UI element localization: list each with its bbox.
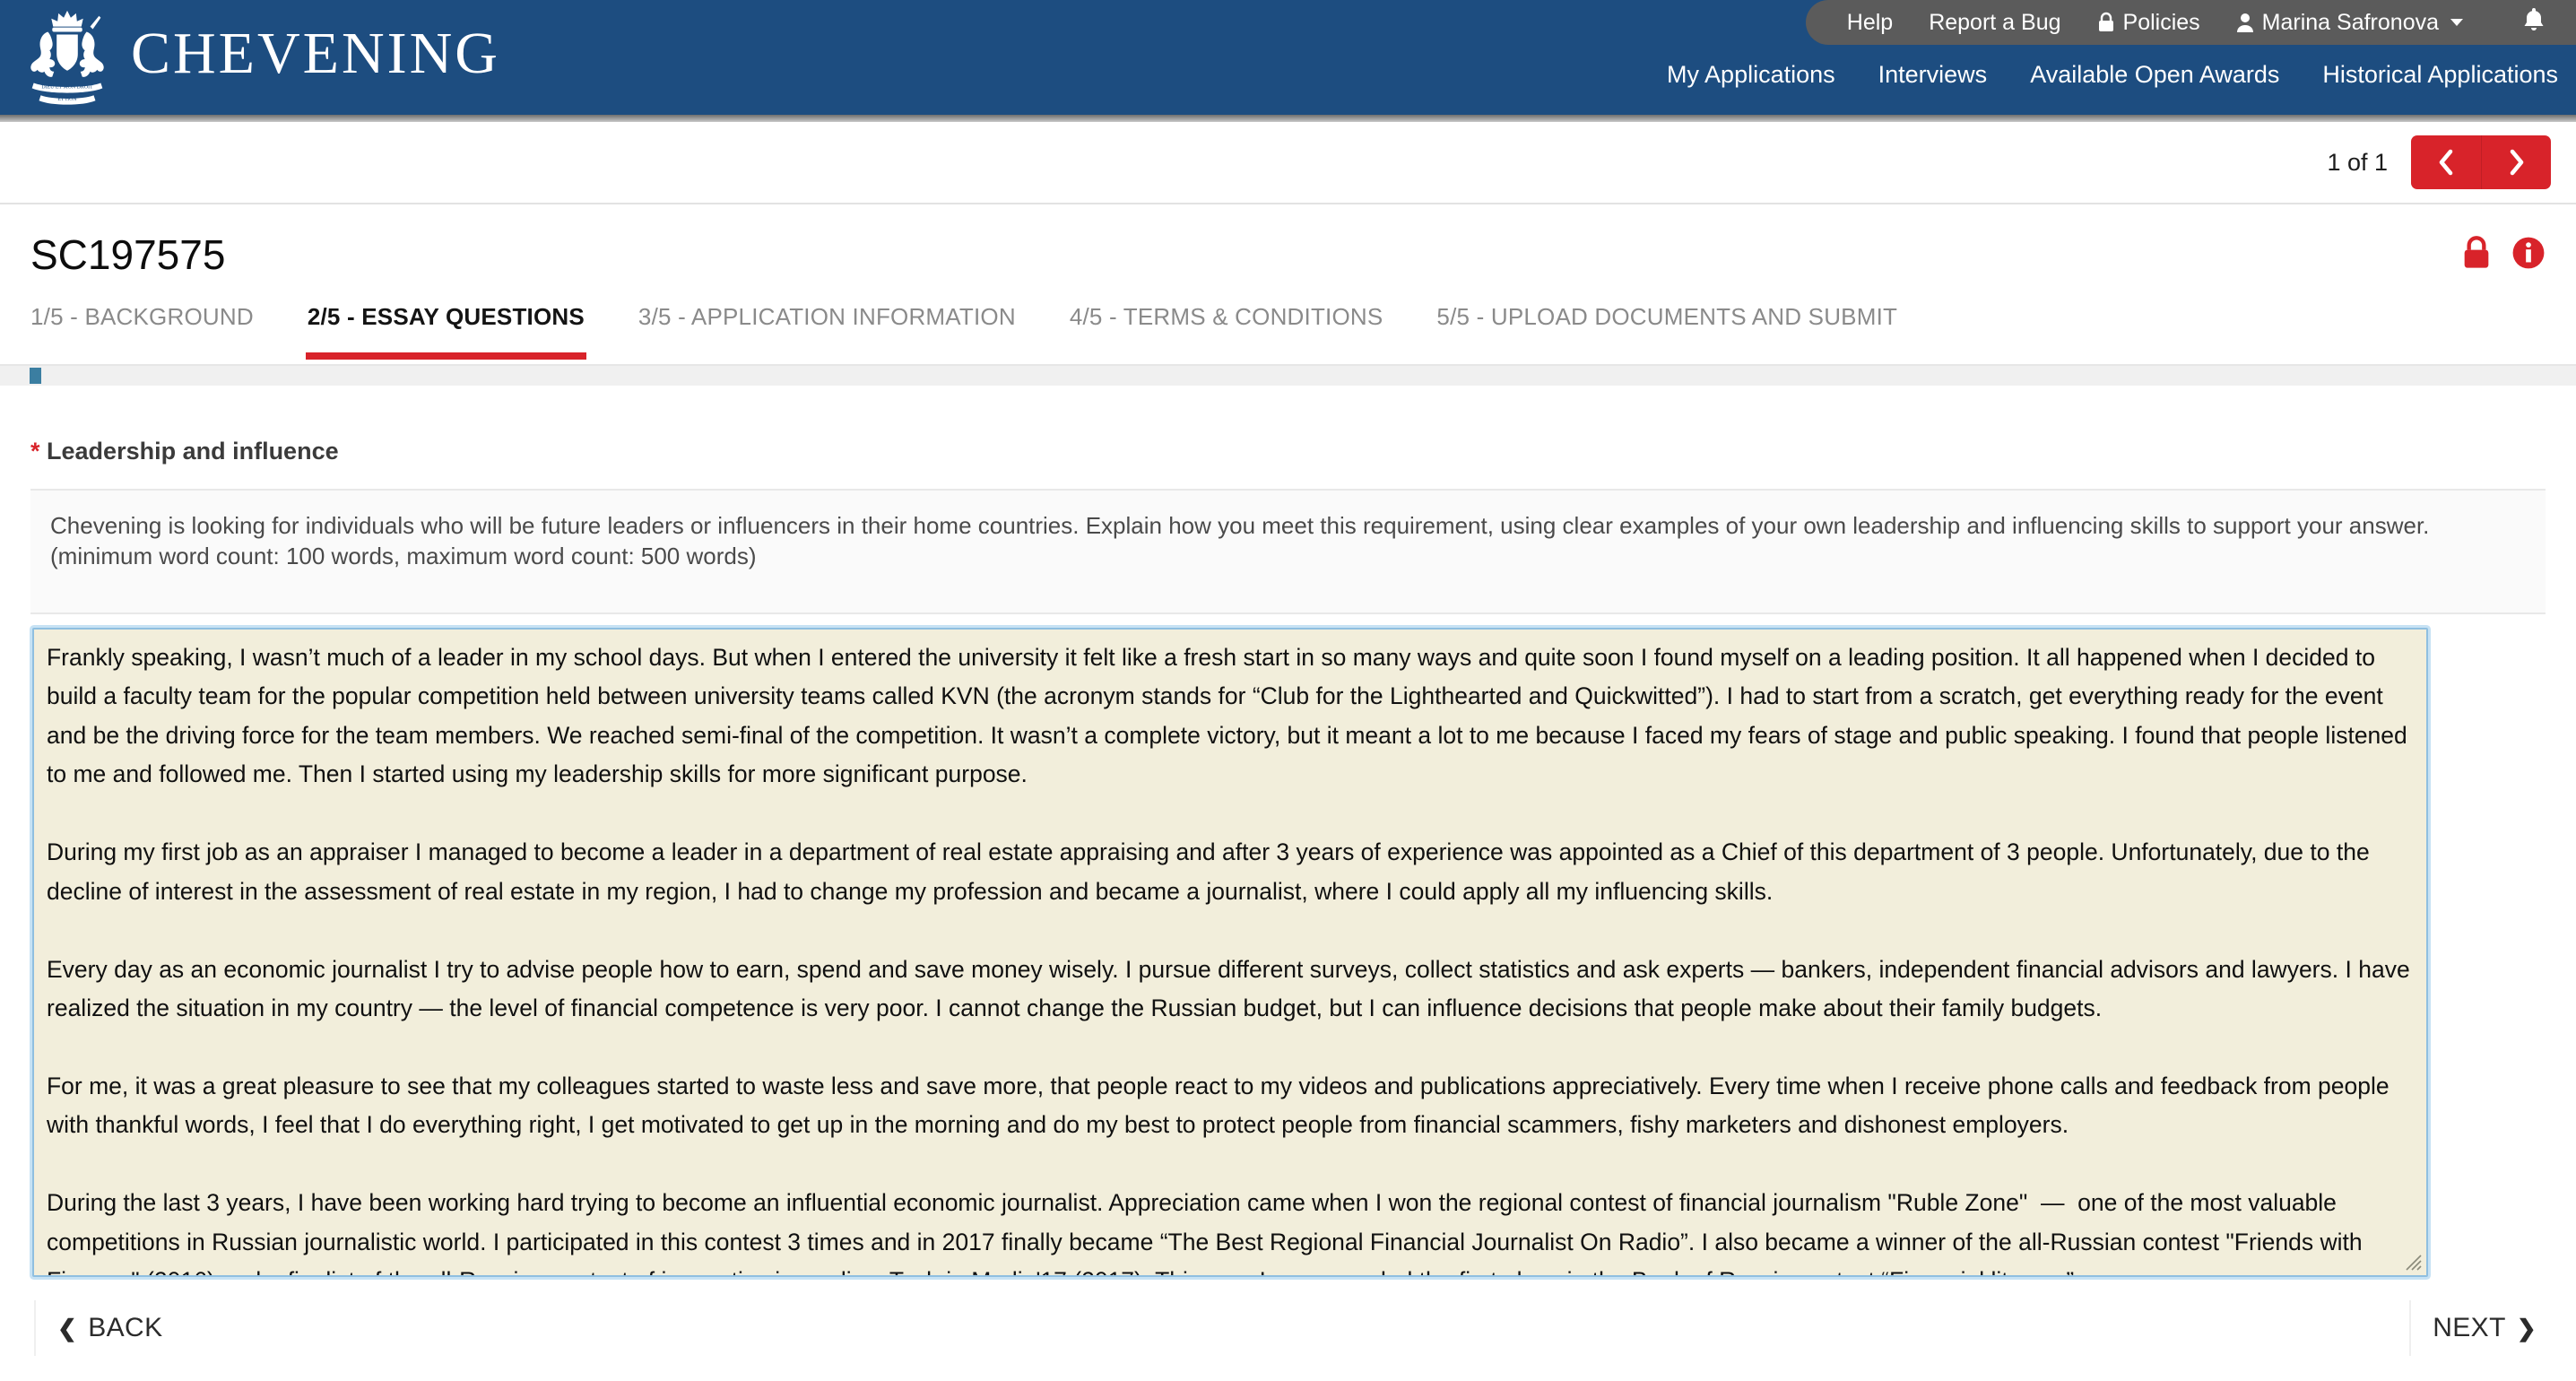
nav-item-available-open-awards[interactable]: Available Open Awards: [2030, 61, 2279, 89]
record-pagination-bar: 1 of 1: [0, 122, 2576, 204]
page-title: SC197575: [30, 231, 226, 278]
lock-icon[interactable]: [2461, 235, 2492, 275]
tab-terms-and-conditions[interactable]: 4/5 - TERMS & CONDITIONS: [1070, 296, 1410, 351]
nav-item-interviews[interactable]: Interviews: [1878, 61, 1988, 89]
brand-title: CHEVENING: [131, 21, 500, 86]
chevron-left-icon: ❮: [57, 1314, 78, 1342]
page-title-row: SC197575: [0, 213, 2576, 296]
tab-upload-documents-and-submit[interactable]: 5/5 - UPLOAD DOCUMENTS AND SUBMIT: [1436, 296, 1924, 351]
policies-link[interactable]: Policies: [2097, 10, 2200, 36]
back-button-label: BACK: [88, 1313, 163, 1342]
next-button-label: NEXT: [2433, 1313, 2506, 1342]
question-prompt: Chevening is looking for individuals who…: [50, 512, 2430, 539]
nav-item-historical-applications[interactable]: Historical Applications: [2322, 61, 2558, 89]
help-link[interactable]: Help: [1847, 10, 1893, 36]
report-a-bug-link[interactable]: Report a Bug: [1929, 10, 2060, 36]
header-divider: [0, 115, 2576, 122]
application-step-tabs: 1/5 - BACKGROUND 2/5 - ESSAY QUESTIONS 3…: [0, 296, 2576, 364]
progress-strip: [0, 366, 2576, 386]
tab-background[interactable]: 1/5 - BACKGROUND: [30, 296, 281, 351]
next-record-button[interactable]: [2481, 135, 2551, 189]
essay-answer-textarea[interactable]: [32, 628, 2428, 1277]
info-circle-icon[interactable]: [2511, 236, 2546, 274]
pager-controls: [2411, 135, 2551, 189]
chevron-right-icon: ❯: [2516, 1314, 2537, 1342]
essay-answer-wrapper: [32, 628, 2428, 1277]
record-counter: 1 of 1: [2327, 148, 2388, 176]
utility-bar: Help Report a Bug Policies Marina Safron…: [1805, 0, 2576, 45]
application-page: DIEU ET MON DROIT ET HON CHEVENING My Ap…: [0, 0, 2576, 1381]
lock-icon: [2098, 12, 2113, 31]
chevron-left-icon: [2439, 149, 2453, 176]
back-button[interactable]: ❮ BACK: [34, 1300, 185, 1356]
svg-text:ET HON: ET HON: [57, 97, 77, 102]
chevron-right-icon: [2510, 149, 2523, 176]
tab-essay-questions[interactable]: 2/5 - ESSAY QUESTIONS: [305, 296, 611, 360]
required-marker: *: [30, 438, 40, 465]
question-prompt-box: Chevening is looking for individuals who…: [30, 489, 2546, 614]
tab-application-information[interactable]: 3/5 - APPLICATION INFORMATION: [638, 296, 1043, 351]
chevron-down-icon: [2450, 19, 2463, 26]
royal-crest-logo: DIEU ET MON DROIT ET HON: [30, 10, 104, 105]
question-title-row: * Leadership and influence: [30, 438, 339, 465]
nav-item-my-applications[interactable]: My Applications: [1667, 61, 1835, 89]
bell-icon[interactable]: [2522, 6, 2546, 39]
user-menu[interactable]: Marina Safronova: [2236, 10, 2463, 36]
question-word-count-hint: (minimum word count: 100 words, maximum …: [50, 543, 757, 570]
user-icon: [2236, 13, 2253, 32]
user-name-label: Marina Safronova: [2261, 9, 2439, 35]
previous-record-button[interactable]: [2411, 135, 2481, 189]
form-footer: ❮ BACK NEXT ❯: [0, 1300, 2576, 1381]
progress-marker: [30, 368, 41, 384]
title-icon-group: [2461, 235, 2546, 275]
main-navigation: My Applications Interviews Available Ope…: [1667, 61, 2558, 89]
question-title: Leadership and influence: [47, 438, 339, 465]
next-button[interactable]: NEXT ❯: [2409, 1300, 2558, 1356]
svg-text:DIEU ET MON DROIT: DIEU ET MON DROIT: [41, 84, 93, 90]
policies-label: Policies: [2122, 9, 2200, 35]
